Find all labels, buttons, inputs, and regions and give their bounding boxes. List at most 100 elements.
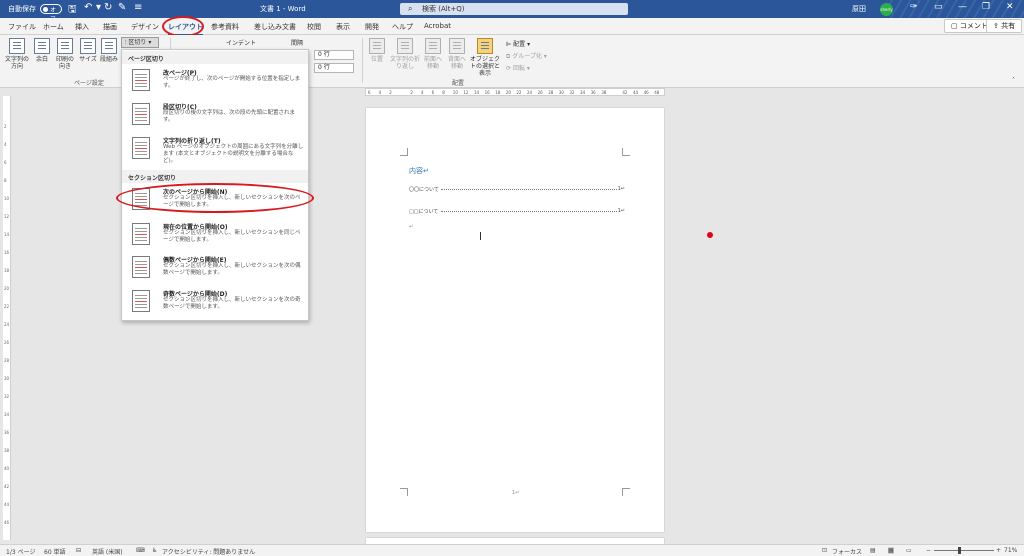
toc-leader — [441, 211, 617, 212]
wrap-text-button[interactable]: 文字列の折り返し — [390, 38, 420, 70]
undo-icon[interactable]: ↶ — [84, 2, 92, 13]
ruler-tick: 10 — [452, 90, 458, 95]
wrap-text-icon — [397, 38, 413, 54]
menu-item-text-wrapping[interactable]: 文字列の折り返し(T) Web ページのオブジェクトの周囲にある文字列を分離しま… — [122, 134, 308, 168]
breaks-button[interactable]: ⫶ 区切り ▾ — [121, 37, 159, 48]
zoom-level[interactable]: 71% — [1004, 547, 1017, 554]
margins-button[interactable]: 余白 — [32, 38, 52, 63]
selection-pane-button[interactable]: オブジェクトの選択と表示 — [470, 38, 500, 77]
ruler-tick: 2 — [4, 124, 7, 129]
tab-help[interactable]: ヘルプ — [392, 22, 413, 32]
zoom-out-icon[interactable]: − — [926, 547, 931, 554]
menu-item-even-page[interactable]: 偶数ページから開始(E) セクション区切りを挿入し、新しいセクションを次の偶数ペ… — [122, 253, 308, 285]
vertical-ruler[interactable]: 2 4 6 8 10 12 14 16 18 20 22 24 26 28 30 32 34 36 38 40 42 44… — [3, 96, 11, 540]
orientation-button[interactable]: 印刷の向き — [54, 38, 76, 70]
accessibility-status[interactable]: アクセシビリティ: 問題ありません — [162, 547, 255, 556]
focus-icon[interactable]: ⊡ — [822, 547, 827, 554]
ruler-tick: 34 — [4, 412, 10, 417]
arrange-group-label: 配置 — [452, 80, 465, 87]
ruler-tick: 30 — [558, 90, 564, 95]
tab-developer[interactable]: 開発 — [365, 22, 379, 32]
avatar[interactable]: sherly — [880, 3, 893, 16]
rotate-button[interactable]: ⟳ 回転 ▾ — [506, 63, 530, 72]
accessibility-icon[interactable]: ♿ — [152, 547, 157, 554]
zoom-in-icon[interactable]: + — [996, 547, 1001, 554]
menu-item-desc: ページが終了し、次のページが開始する位置を指定します。 — [163, 76, 301, 89]
ribbon-display-icon[interactable]: ▭ — [934, 2, 943, 12]
customize-qat-icon[interactable]: ≡ — [134, 2, 142, 13]
proofing-icon[interactable]: ⊟ — [76, 547, 81, 554]
text-direction-icon — [9, 38, 25, 54]
odd-page-icon — [132, 290, 150, 312]
ruler-tick: 32 — [569, 90, 575, 95]
document-page[interactable]: 内容↵ 〇〇について 1↵ □□について 1↵ ↵ 1↵ — [366, 108, 664, 532]
focus-button[interactable]: フォーカス — [832, 547, 862, 556]
menu-item-page-break[interactable]: 改ページ(P) ページが終了し、次のページが開始する位置を指定します。 — [122, 66, 308, 98]
ruler-tick: 6 — [368, 90, 371, 95]
tab-mailings[interactable]: 差し込み文書 — [254, 22, 296, 32]
zoom-slider[interactable] — [934, 550, 994, 551]
toc-row[interactable]: □□について 1↵ — [409, 208, 625, 215]
annotation-circle-next-page — [116, 183, 314, 213]
web-layout-icon[interactable]: ▭ — [906, 547, 912, 554]
format-painter-icon[interactable]: ✎ — [118, 2, 126, 13]
maximize-icon[interactable]: ❐ — [982, 2, 990, 12]
autosave-toggle[interactable]: オフ — [40, 4, 62, 23]
user-name[interactable]: 原田 — [852, 4, 866, 14]
columns-button[interactable]: 段組み — [99, 38, 119, 63]
search-input[interactable]: ⌕ 検索 (Alt+Q) — [400, 3, 628, 15]
ruler-tick: 4 — [378, 90, 382, 95]
tab-draw[interactable]: 描画 — [103, 22, 117, 32]
toc-row[interactable]: 〇〇について 1↵ — [409, 186, 625, 193]
tab-design[interactable]: デザイン — [131, 22, 159, 32]
page-break-icon — [132, 69, 150, 91]
tab-view[interactable]: 表示 — [336, 22, 350, 32]
crop-mark — [400, 488, 408, 496]
columns-icon — [101, 38, 117, 54]
predictions-icon[interactable]: ⌨ — [136, 547, 145, 554]
ruler-tick: 32 — [4, 394, 10, 399]
tab-home[interactable]: ホーム — [43, 22, 64, 32]
menu-item-odd-page[interactable]: 奇数ページから開始(D) セクション区切りを挿入し、新しいセクションを次の奇数ペ… — [122, 287, 308, 319]
close-icon[interactable]: ✕ — [1006, 2, 1014, 12]
share-button[interactable]: ⇪ 共有 — [986, 19, 1023, 33]
text-direction-button[interactable]: 文字列の方向 — [4, 38, 30, 70]
ruler-tick: 36 — [590, 90, 596, 95]
page-count[interactable]: 1/3 ページ — [6, 547, 35, 556]
undo-dropdown-icon[interactable]: ▾ — [96, 2, 101, 13]
menu-item-continuous[interactable]: 現在の位置から開始(O) セクション区切りを挿入し、新しいセクションを同じページ… — [122, 220, 308, 252]
minimize-icon[interactable]: — — [958, 2, 967, 12]
group-button[interactable]: ⧉ グループ化 ▾ — [506, 51, 547, 61]
pen-icon[interactable]: ✑ — [910, 2, 918, 12]
print-layout-icon[interactable]: ▦ — [888, 547, 894, 554]
zoom-slider-handle[interactable] — [958, 547, 961, 554]
text-cursor — [480, 232, 481, 240]
save-icon[interactable]: 🖫 — [68, 2, 77, 19]
group-label: グループ化 — [512, 53, 542, 60]
collapse-ribbon-icon[interactable]: ˄ — [1012, 77, 1015, 84]
spacing-before-input[interactable]: 0 行 — [314, 50, 354, 60]
toc-heading[interactable]: 内容↵ — [409, 166, 429, 176]
tab-references[interactable]: 参考資料 — [211, 22, 239, 32]
position-label: 位置 — [370, 56, 383, 63]
spacing-after-input[interactable]: 0 行 — [314, 63, 354, 73]
align-button[interactable]: ⊫ 配置 ▾ — [506, 39, 530, 48]
size-button[interactable]: サイズ — [78, 38, 98, 63]
bring-forward-button[interactable]: 前面へ移動 — [422, 38, 444, 70]
tab-file[interactable]: ファイル — [8, 22, 36, 32]
word-count[interactable]: 60 単語 — [44, 547, 66, 556]
tab-review[interactable]: 校閲 — [307, 22, 321, 32]
menu-item-column-break[interactable]: 段区切り(C) 段区切りの後の文字列は、次の段の先頭に配置されます。 — [122, 100, 308, 132]
ruler-tick: 2 — [410, 90, 413, 95]
orientation-label: 印刷の向き — [55, 56, 74, 70]
send-backward-button[interactable]: 背面へ移動 — [446, 38, 468, 70]
position-button[interactable]: 位置 — [366, 38, 388, 63]
tab-acrobat[interactable]: Acrobat — [424, 22, 451, 30]
paragraph-mark: ↵ — [409, 224, 414, 230]
redo-icon[interactable]: ↻ — [104, 2, 112, 13]
language-status[interactable]: 英語 (米国) — [92, 547, 123, 556]
tab-insert[interactable]: 挿入 — [75, 22, 89, 32]
read-mode-icon[interactable]: ▤ — [870, 547, 876, 554]
horizontal-ruler[interactable]: 6 4 2 2 4 6 8 10 12 14 16 18 20 22 24 26 28 30 32 34 36 38 42 4… — [365, 88, 665, 96]
menu-item-desc: 段区切りの後の文字列は、次の段の先頭に配置されます。 — [163, 110, 296, 123]
